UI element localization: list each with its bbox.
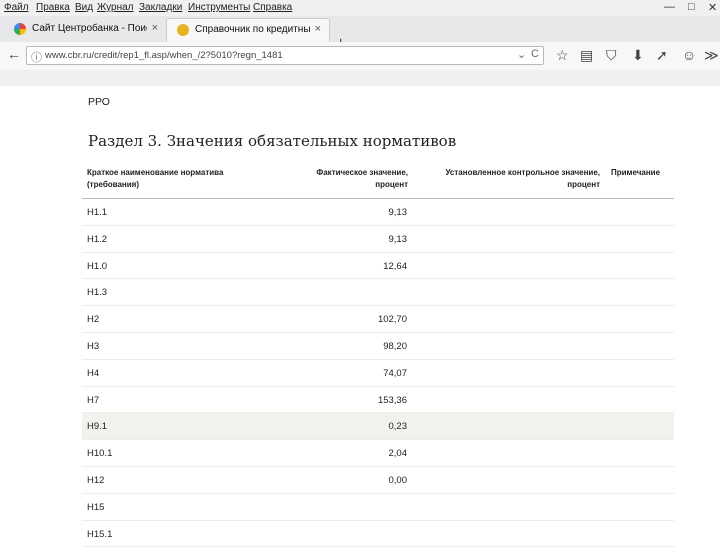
- menu-bookmarks[interactable]: Закладки: [139, 2, 182, 13]
- row-actual-value: 153,36: [377, 394, 407, 406]
- menu-edit[interactable]: Правка: [36, 2, 70, 13]
- tab-bar: Сайт Центробанка - Поис... × Справочник …: [0, 16, 720, 52]
- menu-file[interactable]: Файл: [4, 2, 29, 13]
- cbr-icon: [177, 24, 189, 36]
- row-actual-value: 102,70: [377, 314, 407, 326]
- menu-icon[interactable]: ≫: [704, 47, 719, 64]
- send-icon[interactable]: ➚: [656, 47, 668, 64]
- url-text[interactable]: www.cbr.ru/credit/rep1_fl.asp/when_/2?50…: [45, 50, 485, 61]
- row-name: Н10.1: [87, 448, 113, 460]
- table-row: Н4 74,07: [82, 360, 674, 387]
- smile-icon[interactable]: ☺: [682, 47, 696, 63]
- menu-help[interactable]: Справка: [253, 2, 292, 13]
- menu-bar: Файл Правка Вид Журнал Закладки Инструме…: [0, 0, 720, 16]
- close-icon[interactable]: ×: [315, 23, 321, 35]
- header-name: Краткое наименование норматива (требован…: [87, 168, 224, 189]
- row-name: Н15.1: [87, 528, 113, 540]
- page-title: Раздел 3. Значения обязательных норматив…: [88, 132, 457, 150]
- table-row: Н10.1 2,04: [82, 440, 674, 467]
- maximize-icon[interactable]: □: [688, 1, 695, 13]
- reload-icon[interactable]: C: [531, 48, 539, 60]
- dropdown-icon[interactable]: ⌄: [517, 48, 526, 61]
- standards-table: Краткое наименование норматива (требован…: [82, 164, 674, 547]
- back-icon[interactable]: ←: [7, 46, 21, 62]
- row-name: Н9.1: [87, 421, 108, 433]
- table-row: Н1.0 12,64: [82, 253, 674, 280]
- table-row: Н1.2 9,13: [82, 226, 674, 253]
- tab-title: Сайт Центробанка - Поис...: [32, 23, 147, 34]
- row-actual-value: 2,04: [388, 448, 408, 460]
- address-bar[interactable]: ⓘ www.cbr.ru/credit/rep1_fl.asp/when_/2?…: [26, 46, 544, 65]
- table-row: Н15.1: [82, 521, 674, 547]
- page-header-band: [0, 70, 720, 86]
- table-header: Краткое наименование норматива (требован…: [82, 164, 674, 199]
- minimize-icon[interactable]: —: [664, 1, 675, 13]
- row-name: Н1.1: [87, 207, 108, 218]
- reader-icon[interactable]: ▤: [580, 47, 593, 64]
- row-name: Н2: [87, 314, 100, 326]
- window-close-icon[interactable]: ✕: [708, 1, 717, 14]
- table-row: Н1.1 9,13: [82, 199, 674, 226]
- tab-title: Справочник по кредитны...: [195, 24, 310, 35]
- header-note: Примечание: [611, 168, 661, 177]
- table-body: Н1.1 9,13 Н1.2 9,13 Н1.0 12,64 Н1.3 Н2 102,70 Н3 9…: [82, 199, 674, 547]
- row-actual-value: 9,13: [388, 233, 408, 245]
- table-row: Н9.1 0,23: [82, 413, 674, 441]
- close-icon[interactable]: ×: [152, 22, 158, 34]
- row-name: Н7: [87, 394, 100, 406]
- row-actual-value: 0,23: [388, 421, 408, 433]
- table-row: Н15: [82, 494, 674, 521]
- table-row: Н3 98,20: [82, 333, 674, 360]
- row-actual-value: 0,00: [388, 474, 408, 486]
- google-icon: [14, 23, 26, 35]
- row-name: Н1.0: [87, 260, 108, 272]
- menu-history[interactable]: Журнал: [97, 2, 134, 13]
- row-name: Н15: [87, 501, 105, 513]
- row-actual-value: 74,07: [383, 367, 407, 379]
- row-name: Н1.3: [87, 287, 108, 299]
- menu-view[interactable]: Вид: [75, 2, 93, 13]
- row-actual-value: 9,13: [388, 207, 408, 218]
- row-name: Н3: [87, 340, 100, 352]
- row-name: Н12: [87, 474, 105, 486]
- pocket-icon[interactable]: ⛉: [606, 47, 617, 64]
- table-row: Н7 153,36: [82, 387, 674, 414]
- row-actual-value: 12,64: [383, 260, 407, 272]
- table-row: Н1.3: [82, 279, 674, 307]
- table-row: Н12 0,00: [82, 467, 674, 494]
- download-icon[interactable]: ⬇: [632, 47, 644, 64]
- row-name: Н1.2: [87, 233, 108, 245]
- info-icon[interactable]: ⓘ: [31, 49, 42, 65]
- row-actual-value: 98,20: [383, 340, 407, 352]
- row-name: Н4: [87, 367, 100, 379]
- tab-google[interactable]: Сайт Центробанка - Поис... ×: [4, 18, 166, 42]
- header-control: Установленное контрольное значение, проц…: [445, 168, 600, 189]
- table-row: Н2 102,70: [82, 306, 674, 333]
- header-actual: Фактическое значение, процент: [316, 168, 408, 189]
- menu-tools[interactable]: Инструменты: [188, 2, 250, 13]
- tab-reference[interactable]: Справочник по кредитны... ×: [166, 18, 330, 42]
- star-icon[interactable]: ☆: [556, 47, 569, 64]
- preamble-text: РРО: [88, 96, 110, 108]
